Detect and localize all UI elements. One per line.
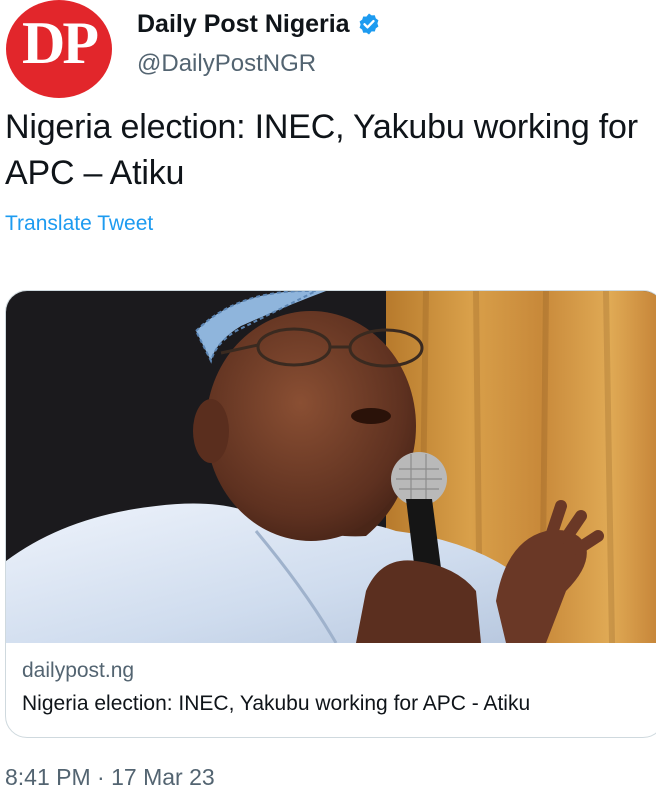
avatar[interactable]: DP xyxy=(6,0,112,98)
link-card[interactable]: dailypost.ng Nigeria election: INEC, Yak… xyxy=(5,290,656,738)
card-meta: dailypost.ng Nigeria election: INEC, Yak… xyxy=(22,656,530,720)
timestamp-separator: · xyxy=(97,764,105,790)
verified-badge-icon xyxy=(359,13,378,35)
avatar-initials: DP xyxy=(22,9,99,76)
tweet-timestamp[interactable]: 8:41 PM · 17 Mar 23 xyxy=(5,762,215,792)
account-handle[interactable]: @DailyPostNGR xyxy=(137,46,381,82)
tweet-text: Nigeria election: INEC, Yakubu working f… xyxy=(5,108,638,192)
translate-tweet-link[interactable]: Translate Tweet xyxy=(5,209,153,239)
card-title: Nigeria election: INEC, Yakubu working f… xyxy=(22,692,531,715)
timestamp-time: 8:41 PM xyxy=(5,764,91,790)
tweet: DP Daily Post Nigeria @DailyPostNGR Nige… xyxy=(0,0,656,800)
card-domain: dailypost.ng xyxy=(22,659,135,682)
display-name-link[interactable]: Daily Post Nigeria xyxy=(137,6,381,42)
timestamp-date: 17 Mar 23 xyxy=(111,764,215,790)
display-name: Daily Post Nigeria xyxy=(137,10,350,38)
card-image xyxy=(6,291,656,643)
account-names: Daily Post Nigeria @DailyPostNGR xyxy=(137,6,381,82)
